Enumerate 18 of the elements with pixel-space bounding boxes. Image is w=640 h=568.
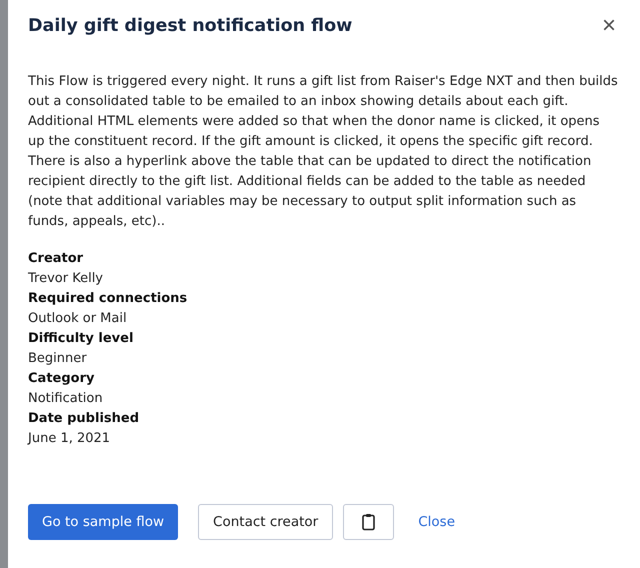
- detail-label: Creator: [28, 250, 84, 268]
- detail-value: Trevor Kelly: [28, 270, 104, 288]
- description-paragraph: This Flow is triggered every night. It runs a gift list from Raiser's Edge NXT and then builds out a consolidated table to be emailed to an inbox showing details about each gift. Additional HTML elements were added so that when the donor name is clicked, it opens up the constituent record. If the gift amount is clicked, it opens the specific gift record. There is also a hyperlink above the table that can be updated to direct the notification recipient directly to the gift list. Additional fields can be added to the table as needed (note that additional variables may be necessary to output split information such as funds, appeals, etc)..: [28, 73, 619, 231]
- detail-label: Date published: [28, 410, 140, 428]
- clipboard-icon: [362, 513, 376, 531]
- detail-value: Beginner: [28, 350, 88, 368]
- dialog-title: Daily gift digest notification flow: [28, 16, 352, 36]
- detail-value: Outlook or Mail: [28, 310, 128, 328]
- detail-label: Required connections: [28, 290, 188, 308]
- detail-value: Notification: [28, 390, 104, 408]
- detail-label: Difficulty level: [28, 330, 134, 348]
- close-link[interactable]: Close: [418, 514, 456, 530]
- contact-button[interactable]: Contact creator: [198, 504, 334, 540]
- sample-flow-button[interactable]: Go to sample flow: [28, 504, 178, 540]
- detail-label: Category: [28, 370, 96, 388]
- close-button[interactable]: ×: [598, 14, 620, 38]
- detail-value: June 1, 2021: [28, 430, 112, 448]
- copy-button[interactable]: [343, 504, 394, 540]
